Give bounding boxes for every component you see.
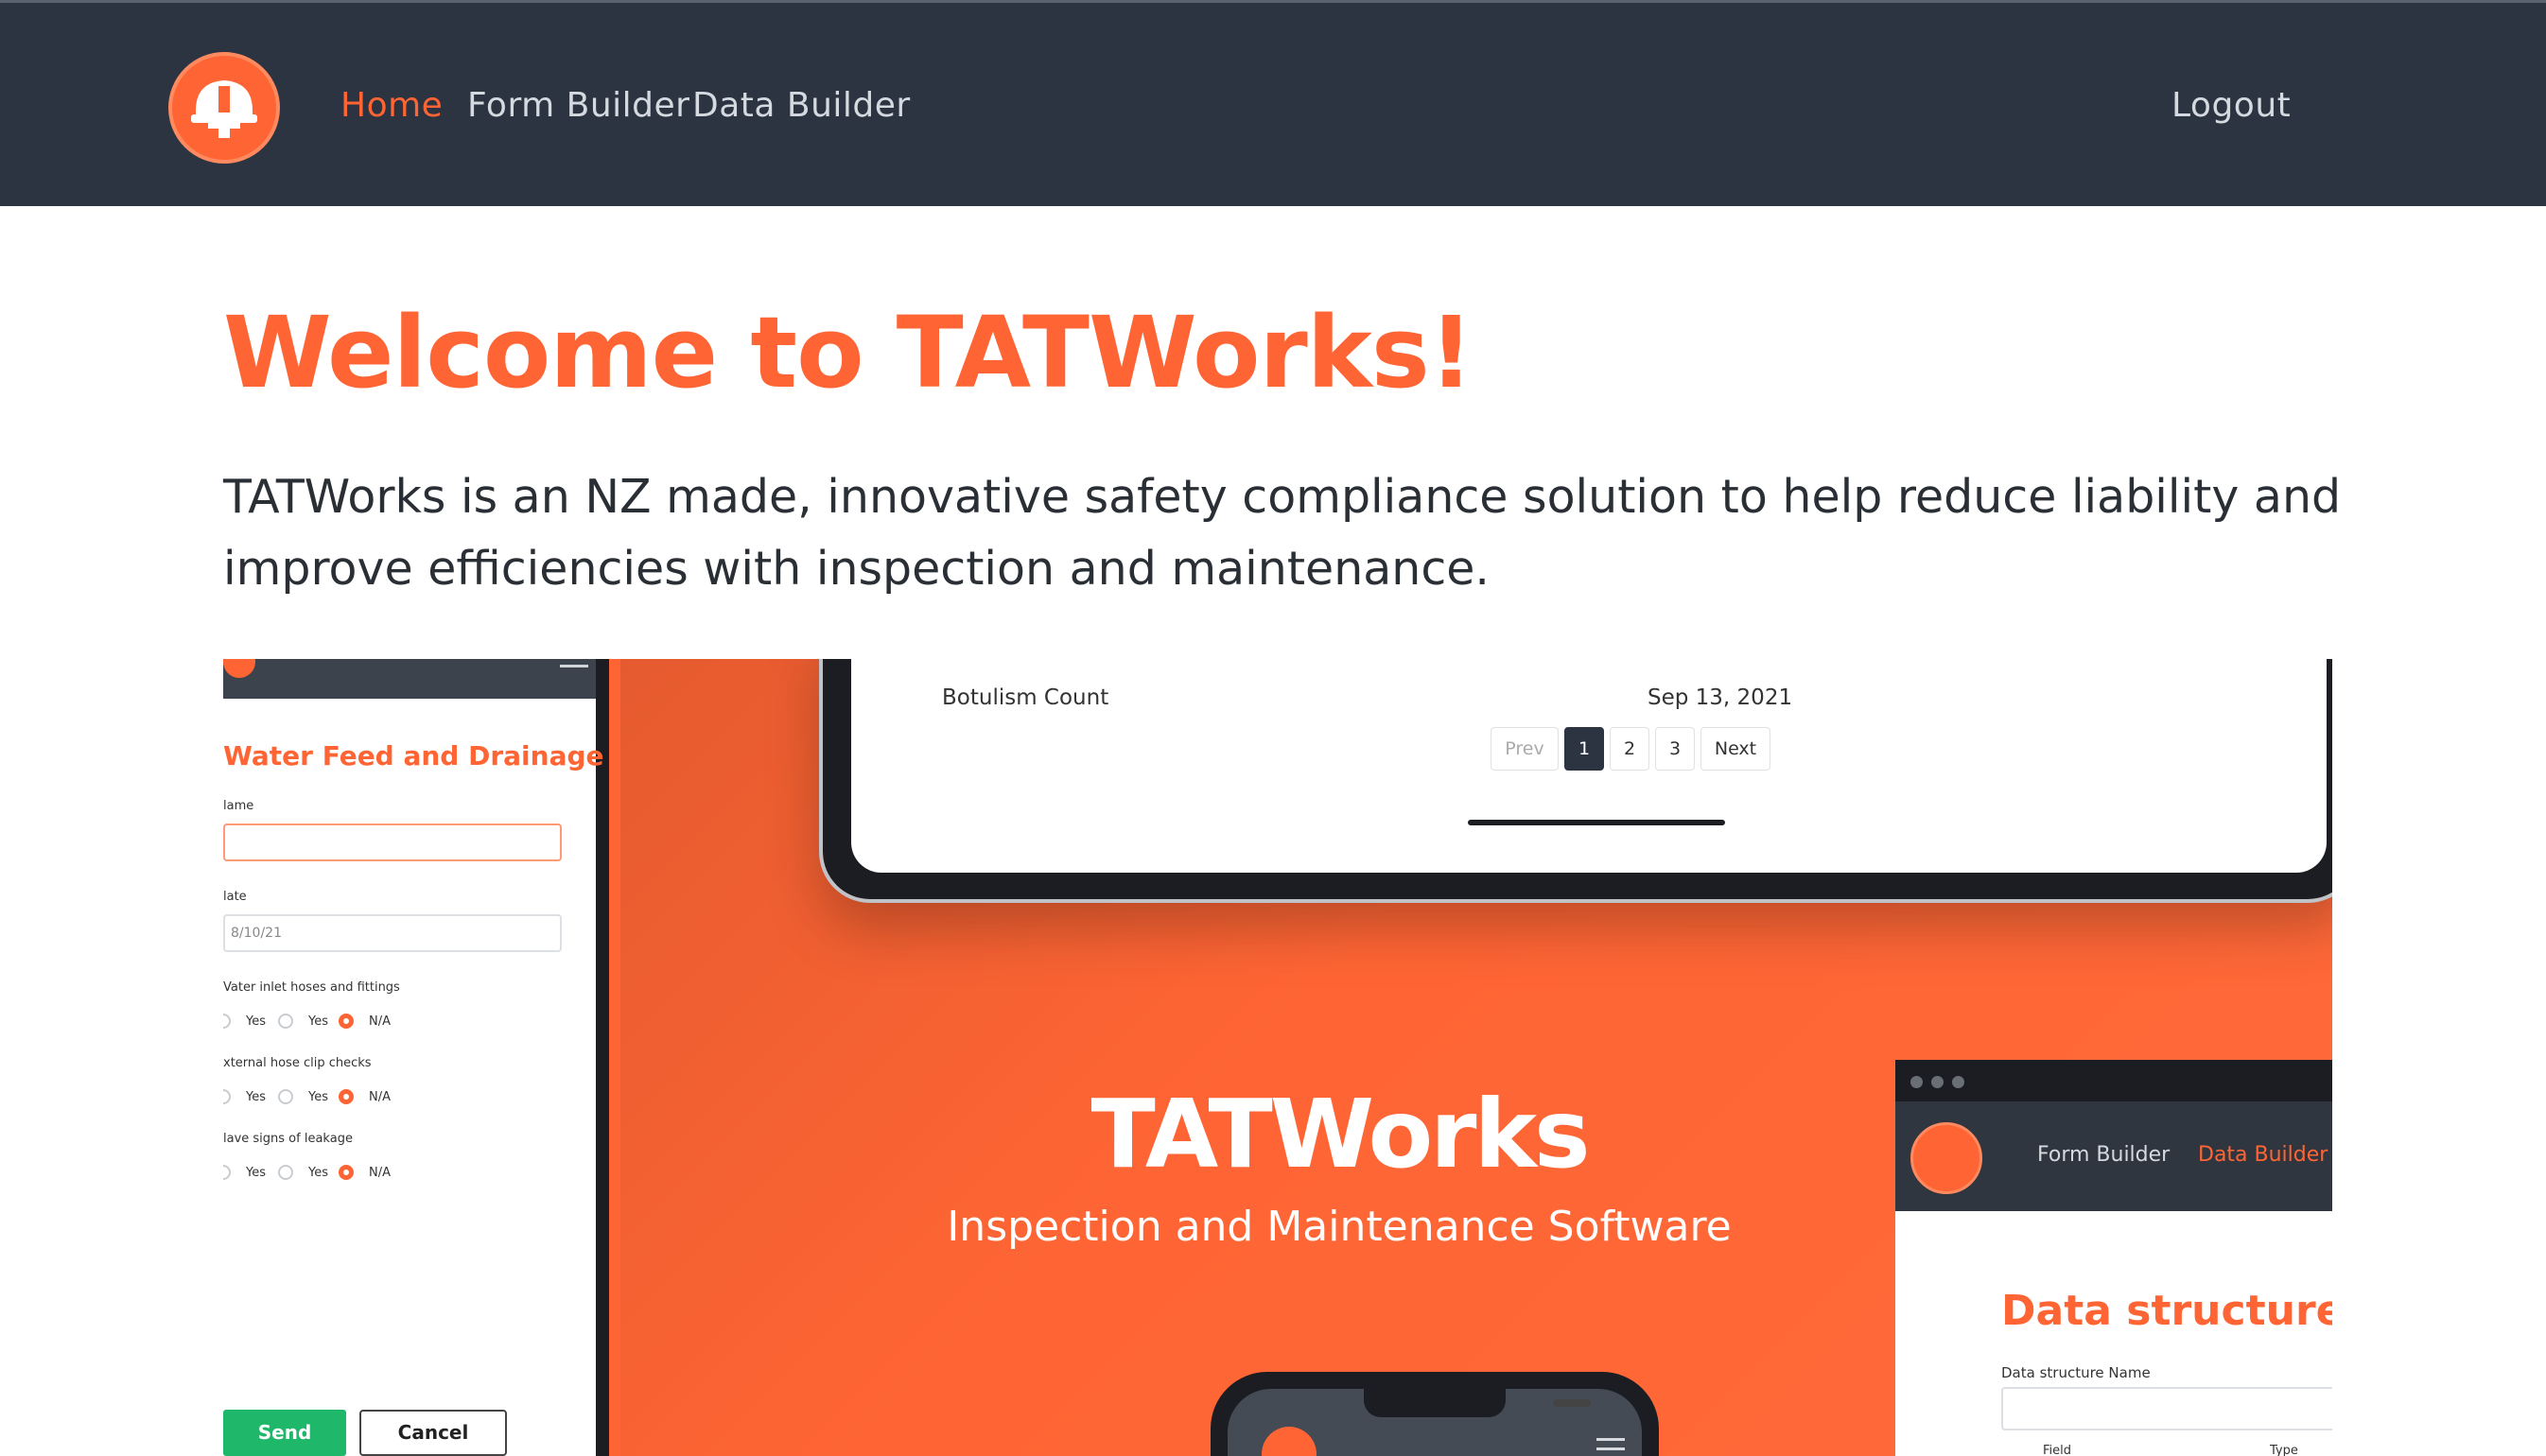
form-name-input bbox=[223, 823, 562, 861]
cancel-button: Cancel bbox=[359, 1410, 507, 1456]
window-dot-icon bbox=[1910, 1076, 1923, 1088]
browser-page-title: Data structure D bbox=[2001, 1287, 2332, 1335]
form-date-input: 8/10/21 bbox=[223, 914, 562, 952]
intro-paragraph: TATWorks is an NZ made, innovative safet… bbox=[223, 470, 2342, 596]
nav-data-builder-link[interactable]: Data Builder bbox=[692, 86, 911, 125]
page-title: Welcome to TATWorks! bbox=[223, 295, 1474, 410]
tablet-screen: Botulism Count Sep 13, 2021 Prev 1 2 3 N… bbox=[851, 659, 2327, 873]
menu-icon bbox=[560, 665, 588, 667]
window-dot-icon bbox=[1952, 1076, 1964, 1088]
question-label: xternal hose clip checks bbox=[223, 1056, 372, 1070]
question-radios: Yes Yes N/A bbox=[223, 1164, 412, 1183]
hard-hat-logo-icon bbox=[1262, 1427, 1317, 1456]
hard-hat-logo-icon bbox=[1910, 1122, 1982, 1194]
menu-icon bbox=[1596, 1438, 1625, 1456]
phone-bottom-mockup bbox=[1211, 1372, 1659, 1456]
form-name-label: lame bbox=[223, 799, 254, 813]
top-navbar: Home Form Builder Data Builder Logout bbox=[0, 0, 2546, 206]
pagination-page-2: 2 bbox=[1610, 727, 1649, 771]
browser-field-label: Data structure Name bbox=[2001, 1364, 2151, 1381]
nav-form-builder-link[interactable]: Form Builder bbox=[467, 86, 689, 125]
browser-name-input bbox=[2001, 1387, 2332, 1430]
question-label: Vater inlet hoses and fittings bbox=[223, 980, 400, 995]
browser-data-builder-link: Data Builder bbox=[2198, 1143, 2328, 1167]
pagination-prev: Prev bbox=[1491, 727, 1559, 771]
brand-subtitle: Inspection and Maintenance Software bbox=[947, 1203, 1732, 1251]
browser-column-header: Type bbox=[2270, 1444, 2298, 1456]
pagination-next: Next bbox=[1700, 727, 1770, 771]
question-radios: Yes Yes N/A bbox=[223, 1088, 412, 1107]
form-date-label: late bbox=[223, 890, 247, 904]
phone-form-mockup: Water Feed and Drainage lame late 8/10/2… bbox=[223, 659, 609, 1456]
browser-mockup: Form Builder Data Builder Data structure… bbox=[1895, 1060, 2332, 1456]
browser-column-header: Field bbox=[2043, 1444, 2072, 1456]
hard-hat-logo-icon bbox=[223, 659, 255, 678]
send-button: Send bbox=[223, 1410, 346, 1456]
logout-link[interactable]: Logout bbox=[2171, 86, 2291, 125]
window-dot-icon bbox=[1931, 1076, 1944, 1088]
tablet-row-name: Botulism Count bbox=[942, 685, 1109, 710]
nav-home-link[interactable]: Home bbox=[340, 86, 443, 125]
question-radios: Yes Yes N/A bbox=[223, 1013, 412, 1031]
pagination-page-1: 1 bbox=[1564, 727, 1604, 771]
tablet-mockup: Botulism Count Sep 13, 2021 Prev 1 2 3 N… bbox=[819, 659, 2332, 903]
brand-title: TATWorks bbox=[1090, 1079, 1590, 1189]
pagination-page-3: 3 bbox=[1655, 727, 1695, 771]
form-title: Water Feed and Drainage bbox=[223, 740, 604, 771]
showcase-image: Botulism Count Sep 13, 2021 Prev 1 2 3 N… bbox=[223, 659, 2332, 1456]
browser-form-builder-link: Form Builder bbox=[2037, 1143, 2171, 1167]
home-indicator bbox=[1468, 820, 1725, 825]
question-label: lave signs of leakage bbox=[223, 1132, 353, 1146]
hard-hat-logo-icon[interactable] bbox=[168, 52, 280, 164]
tablet-row-date: Sep 13, 2021 bbox=[1648, 685, 1793, 710]
